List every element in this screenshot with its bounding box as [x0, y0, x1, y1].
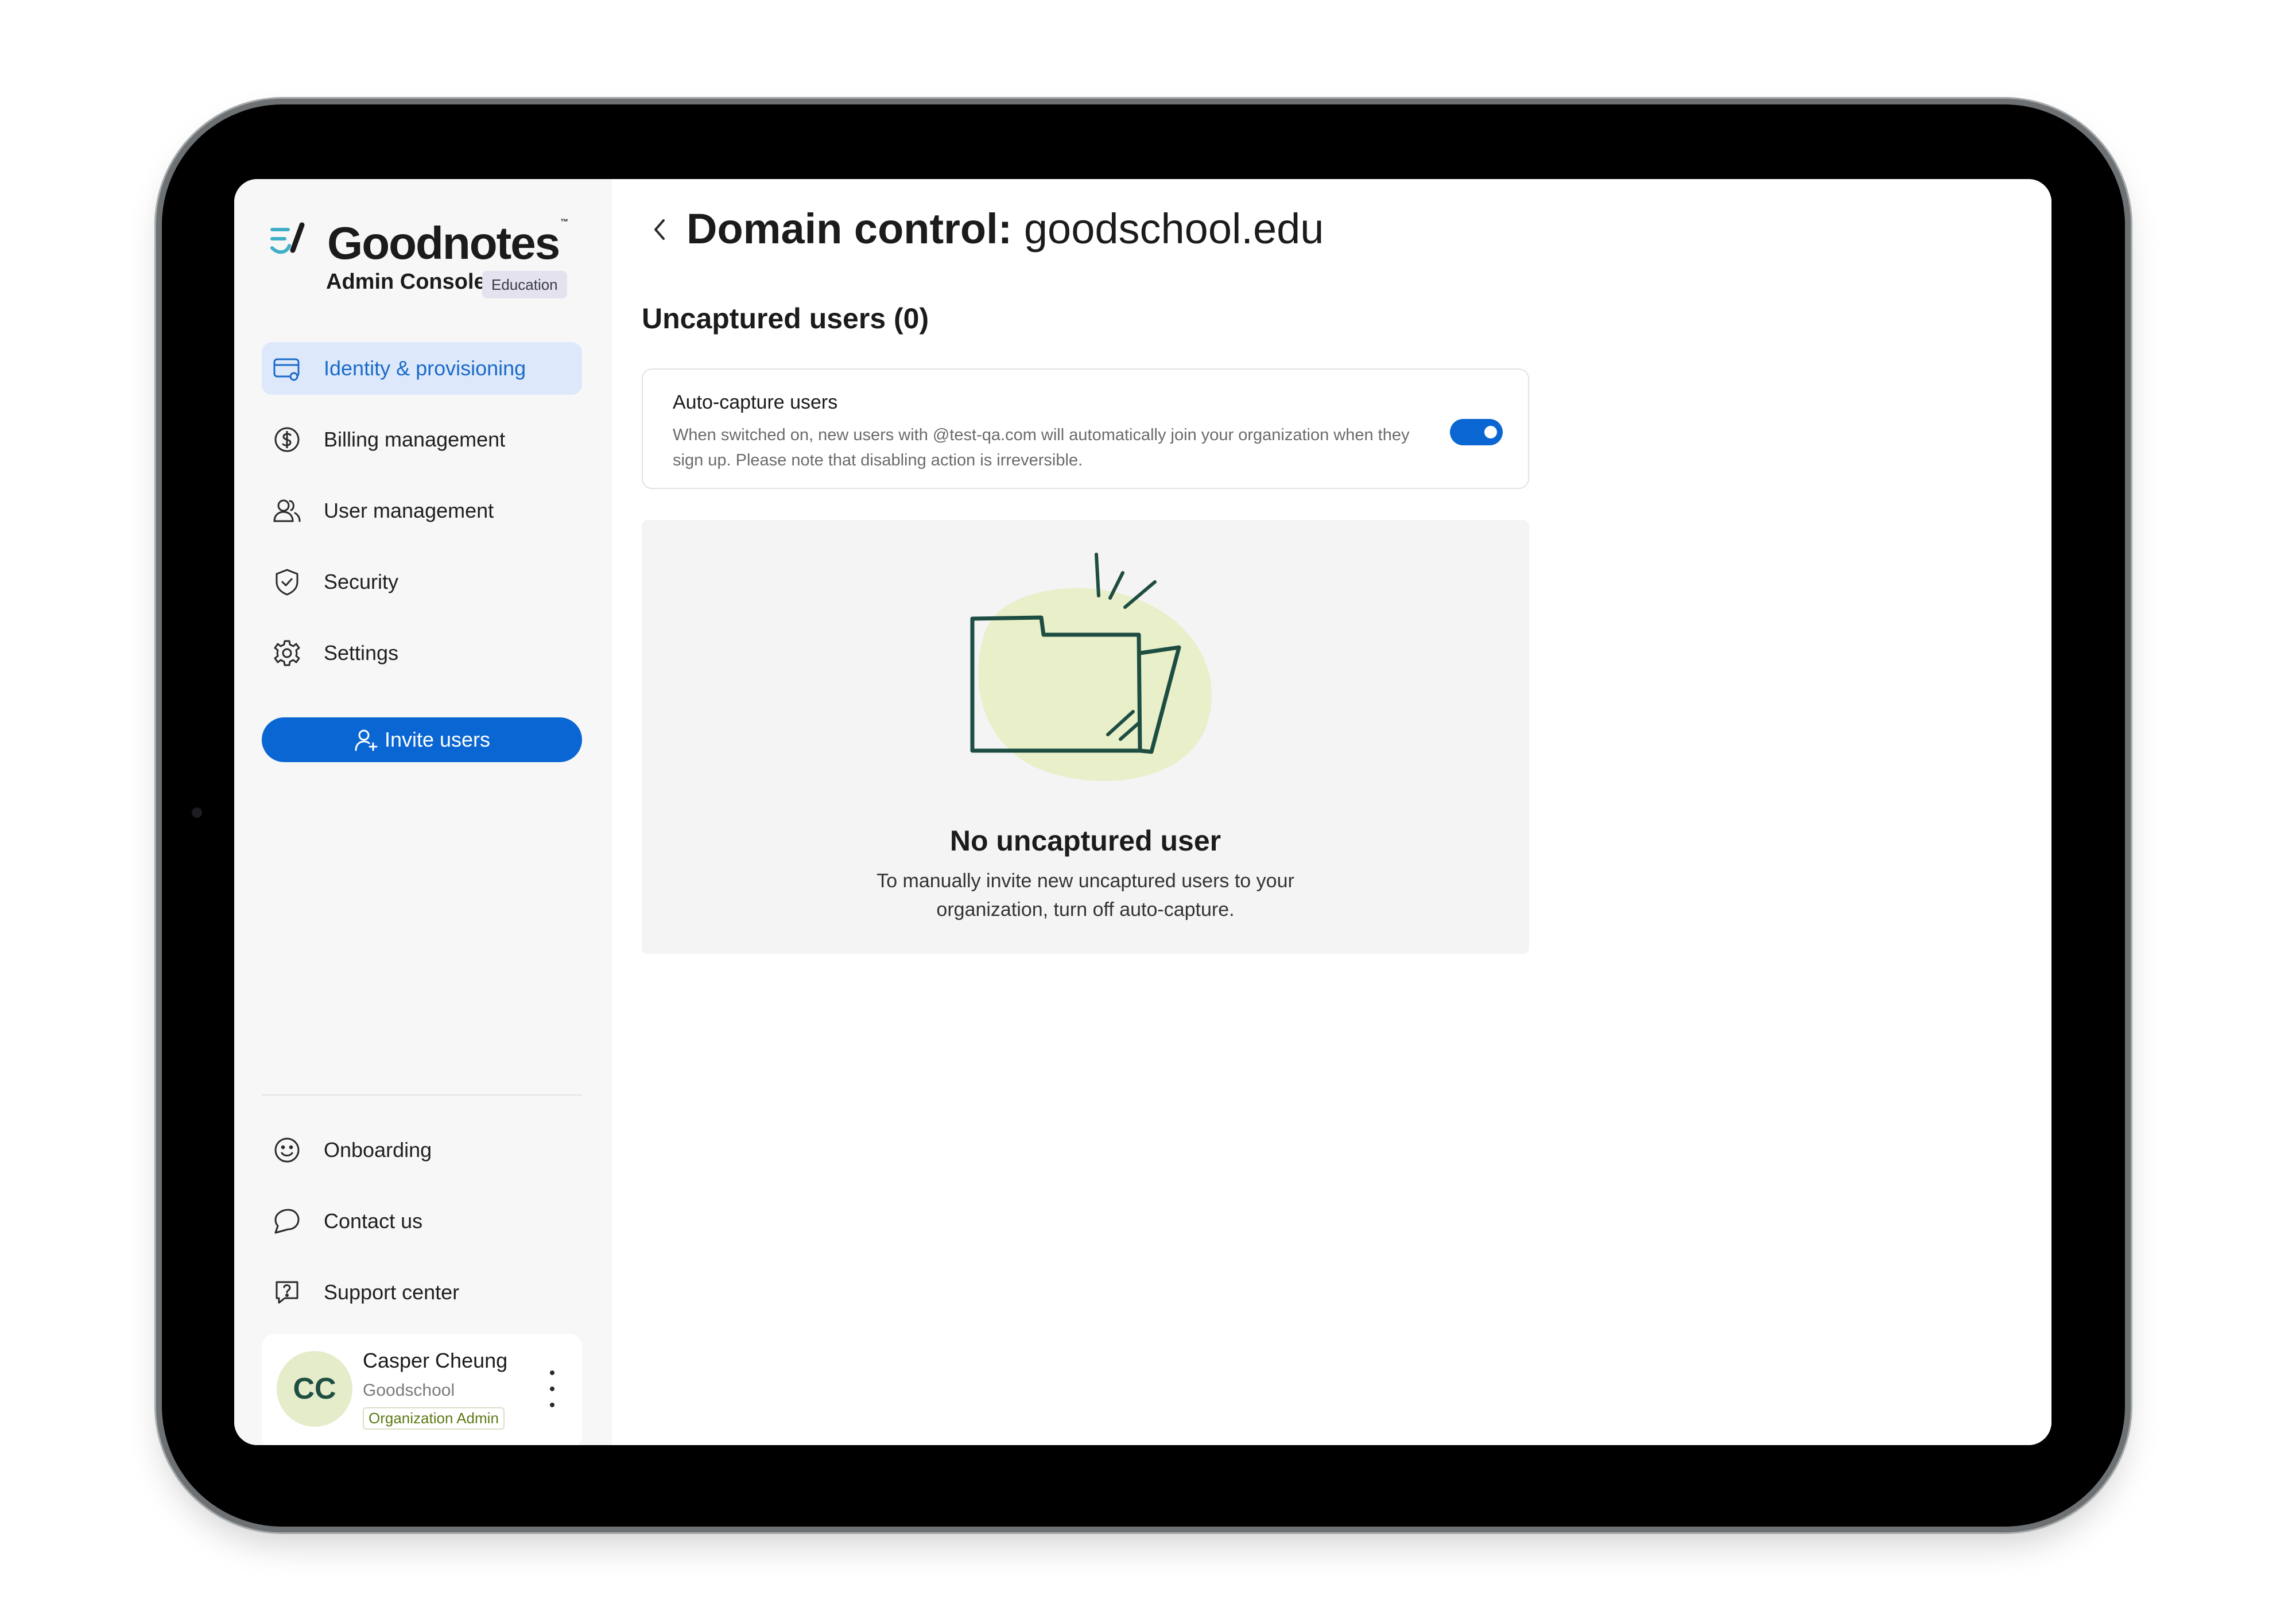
chevron-left-icon — [654, 219, 665, 240]
tablet-camera — [192, 807, 202, 818]
role-badge: Organization Admin — [363, 1407, 505, 1430]
console-label: Admin Console — [326, 270, 486, 294]
chat-bubble-icon — [270, 1204, 304, 1238]
empty-state: No uncaptured user To manually invite ne… — [642, 520, 1529, 954]
auto-capture-title: Auto-capture users — [673, 391, 838, 413]
goodnotes-logo-icon — [270, 222, 305, 254]
dollar-circle-icon — [270, 422, 304, 457]
auto-capture-toggle[interactable] — [1450, 419, 1503, 445]
gear-icon — [270, 636, 304, 670]
auto-capture-description: When switched on, new users with @test-q… — [673, 426, 1410, 469]
sidebar-item-label: Security — [324, 570, 399, 593]
app-screen: Goodnotes ™ Admin Console Education Ident… — [234, 179, 2051, 1445]
sidebar-item-billing-management[interactable]: Billing management — [262, 413, 582, 466]
edition-badge: Education — [482, 271, 567, 298]
sidebar-item-security[interactable]: Security — [262, 556, 582, 608]
more-options-icon[interactable] — [541, 1370, 564, 1407]
invite-users-label: Invite users — [384, 728, 491, 751]
main-content: Domain control: goodschool.edu Uncapture… — [612, 179, 2051, 1445]
back-button[interactable] — [645, 212, 674, 247]
sidebar-item-support-center[interactable]: Support center — [262, 1266, 582, 1319]
profile-name: Casper Cheung — [363, 1349, 508, 1372]
sidebar-divider — [262, 1094, 582, 1096]
sidebar-item-label: Onboarding — [324, 1138, 432, 1162]
smiley-icon — [270, 1133, 304, 1167]
sidebar-item-contact-us[interactable]: Contact us — [262, 1195, 582, 1248]
primary-nav: Identity & provisioning Billing manageme… — [262, 342, 582, 698]
id-card-icon — [270, 351, 304, 386]
sidebar-item-label: Billing management — [324, 428, 506, 451]
sidebar-item-settings[interactable]: Settings — [262, 627, 582, 680]
profile-organization: Goodschool — [363, 1381, 455, 1400]
sidebar-item-label: Settings — [324, 641, 399, 665]
sidebar: Goodnotes ™ Admin Console Education Ident… — [234, 179, 612, 1445]
sidebar-item-onboarding[interactable]: Onboarding — [262, 1124, 582, 1177]
shield-check-icon — [270, 565, 304, 599]
toggle-knob — [1484, 426, 1497, 438]
auto-capture-card: Auto-capture users When switched on, new… — [642, 368, 1529, 489]
help-chat-icon — [270, 1275, 304, 1310]
sidebar-item-identity-provisioning[interactable]: Identity & provisioning — [262, 342, 582, 395]
page-title-domain: goodschool.edu — [1023, 205, 1324, 253]
sidebar-item-label: User management — [324, 499, 494, 522]
sidebar-item-label: Contact us — [324, 1209, 423, 1233]
empty-state-title: No uncaptured user — [949, 825, 1221, 857]
empty-state-description: To manually invite new uncaptured users … — [876, 870, 1294, 921]
secondary-nav: Onboarding Contact us Support center — [262, 1124, 582, 1337]
user-profile-card[interactable]: CC Casper Cheung Goodschool Organization… — [262, 1334, 582, 1445]
sidebar-item-user-management[interactable]: User management — [262, 484, 582, 537]
brand-name: Goodnotes ™ — [327, 217, 568, 269]
tablet-frame: Goodnotes ™ Admin Console Education Ident… — [162, 104, 2125, 1527]
avatar: CC — [277, 1351, 352, 1427]
page-title: Domain control: goodschool.edu — [687, 204, 1324, 253]
empty-folder-illustration — [970, 553, 1212, 781]
section-title: Uncaptured users (0) — [642, 302, 929, 335]
users-icon — [270, 494, 304, 528]
sidebar-item-label: Identity & provisioning — [324, 356, 526, 380]
add-user-icon — [354, 727, 379, 752]
sidebar-item-label: Support center — [324, 1280, 460, 1304]
page-title-prefix: Domain control: — [687, 205, 1013, 253]
invite-users-button[interactable]: Invite users — [262, 717, 582, 762]
